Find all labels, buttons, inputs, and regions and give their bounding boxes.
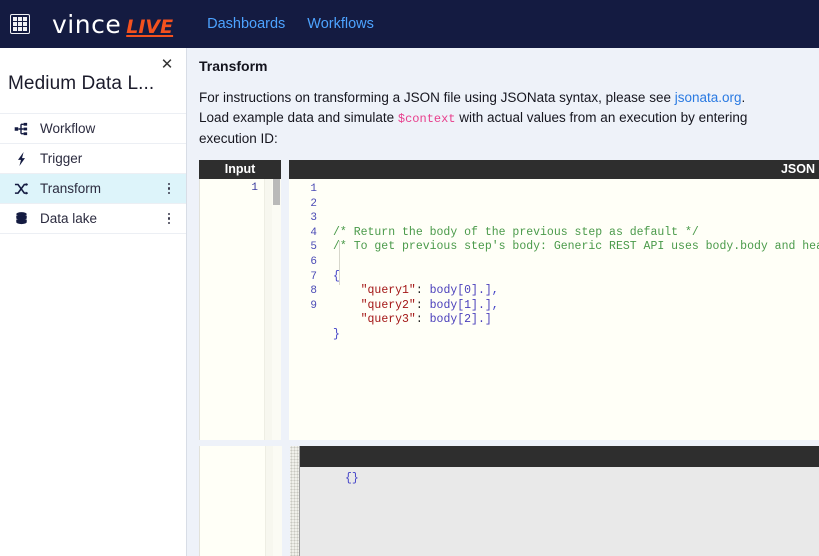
load-text-prefix: Load example data and simulate [199,110,398,125]
code-token-var: body[1].] [429,298,492,312]
input-lower-gutter [200,446,265,556]
brand-logo[interactable]: vince LIVE [52,10,173,39]
nav-link-workflows[interactable]: Workflows [307,16,374,32]
input-scrollbar-thumb[interactable] [273,179,280,205]
sidebar-item-workflow[interactable]: Workflow [0,113,186,143]
code-token-var: body[0].] [429,284,492,298]
sidebar-item-label: Trigger [40,151,83,166]
sidebar-item-transform[interactable]: Transform [0,173,186,203]
input-fold-column [264,179,272,440]
code-line: "query2": body[1].], [333,299,819,314]
sidebar-item-label: Workflow [40,121,96,136]
code-line-number: 4 [310,226,317,239]
output-result-text: {} [300,467,819,556]
code-line-number: 8 [310,285,317,298]
code-line-numbers: 123456789 [289,179,323,440]
nav-links: Dashboards Workflows [207,16,374,32]
main-content: Transform For instructions on transformi… [187,48,819,556]
code-token-plain: : [415,313,430,327]
code-token-punct: , [491,284,499,298]
code-line: "query1": body[0].], [333,284,819,299]
code-line-number: 6 [310,255,317,268]
code-line-number: 5 [310,241,317,254]
code-token-punct: } [333,327,340,341]
nav-link-dashboards[interactable]: Dashboards [207,16,285,32]
code-token-comment: /* Return the body of the previous step … [333,225,699,239]
instructions-paragraph: For instructions on transforming a JSON … [199,88,779,108]
output-row: {} [199,446,819,556]
brand-name-secondary: LIVE [126,15,174,38]
sidebar-item-label: Data lake [40,211,98,226]
brand-name-primary: vince [52,9,122,39]
instructions-text-prefix: For instructions on transforming a JSON … [199,90,675,105]
input-panel-header: Input [199,160,281,179]
output-panel-header [300,446,819,467]
code-panel-header: JSON [289,160,819,179]
code-token-var: body[2].] [429,313,492,327]
close-icon[interactable]: ✕ [158,56,176,74]
code-line: /* Return the body of the previous step … [333,226,819,241]
sidebar-item-trigger[interactable]: Trigger [0,143,186,173]
code-line-number: 3 [310,212,317,225]
input-lower-fold [265,446,273,556]
sidebar-item-data-lake[interactable]: Data lake [0,203,186,233]
load-example-paragraph: Load example data and simulate $context … [199,108,779,149]
code-editor-body[interactable]: 123456789 /* Return the body of the prev… [289,179,819,440]
grid-apps-icon[interactable] [10,14,30,34]
code-token-key: "query1" [360,284,416,298]
indent-guide [339,241,340,285]
code-token-plain: : [415,298,430,312]
section-title: Transform [199,58,268,74]
output-resize-handle[interactable] [290,446,299,556]
output-editor-inner: {} [299,446,819,556]
code-line-number: 7 [310,270,317,283]
output-editor: {} [290,446,819,556]
input-vertical-scrollbar[interactable] [272,179,281,440]
code-token-plain: : [415,284,430,298]
sidebar-empty-space [0,233,186,556]
code-line-number: 1 [310,183,317,195]
sidebar-item-label: Transform [40,181,102,196]
editors-row: Input 1 JSON 123456789 /* Return the bod… [199,160,819,440]
code-line: } [333,328,819,343]
jsonata-doc-link[interactable]: jsonata.org [675,90,742,105]
sidebar-item-menu-icon[interactable] [162,212,176,225]
code-line-number: 9 [310,299,317,312]
sitemap-icon [12,122,30,136]
code-text-area[interactable]: /* Return the body of the previous step … [323,179,819,440]
input-lower-scroll [273,446,282,556]
sidebar: ✕ Medium Data L... Workflow Trigger Tran… [0,48,187,556]
context-variable-code: $context [397,112,456,126]
sidebar-item-menu-icon[interactable] [162,182,176,195]
shuffle-icon [12,182,30,196]
code-line: { [333,270,819,285]
top-navigation-bar: vince LIVE Dashboards Workflows [0,0,819,48]
code-token-punct: , [491,298,499,312]
code-line: /* To get previous step's body: Generic … [333,240,819,255]
jsonata-code-editor: JSON 123456789 /* Return the body of the… [289,160,819,440]
code-token-key: "query3" [360,313,416,327]
code-line: "query3": body[2].] [333,313,819,328]
input-editor: Input 1 [199,160,281,440]
bolt-icon [12,151,30,166]
code-line-number: 2 [310,197,317,210]
instructions-text-suffix: . [741,90,746,105]
input-editor-lower-extension [199,446,282,556]
code-token-key: "query2" [360,298,416,312]
code-token-comment: /* To get previous step's body: Generic … [333,240,819,254]
input-editor-body[interactable]: 1 [199,179,281,440]
input-line-numbers: 1 [251,182,258,194]
database-icon [12,211,30,226]
page-body: ✕ Medium Data L... Workflow Trigger Tran… [0,48,819,556]
